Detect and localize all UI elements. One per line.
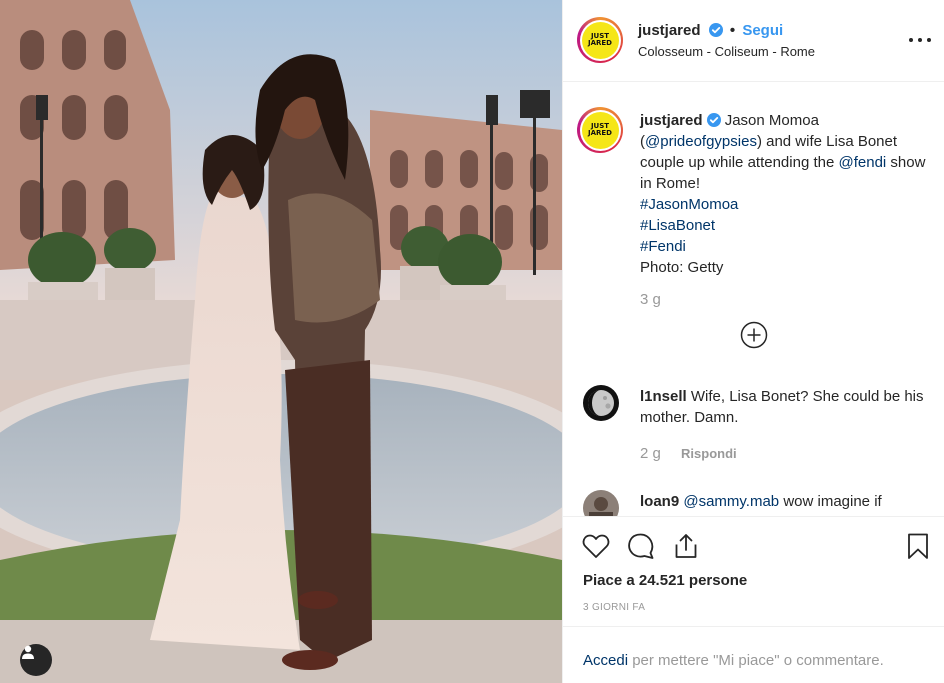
verified-badge-icon [708, 23, 723, 37]
user-tag-icon [22, 645, 34, 659]
comment: l1nsell Wife, Lisa Bonet? She could be h… [640, 386, 930, 428]
bookmark-icon[interactable] [903, 531, 933, 561]
login-prompt: Accedi per mettere "Mi piace" o commenta… [563, 626, 944, 683]
author-username[interactable]: justjared [638, 22, 701, 39]
commenter-avatar[interactable] [583, 490, 619, 516]
caption-avatar[interactable]: JUST JARED [577, 107, 623, 153]
comment-icon[interactable] [626, 531, 656, 561]
user-tag-button[interactable] [20, 644, 52, 676]
comment-time[interactable]: 2 g [640, 445, 661, 462]
hashtag-link[interactable]: #JasonMomoa [640, 196, 738, 213]
post-location[interactable]: Colosseum - Coliseum - Rome [638, 44, 815, 59]
login-link[interactable]: Accedi [583, 652, 628, 669]
separator-dot: • [729, 22, 736, 39]
author-avatar[interactable]: JUST JARED [577, 17, 623, 63]
hashtag-link[interactable]: #LisaBonet [640, 217, 715, 234]
commenter-avatar[interactable] [583, 385, 619, 421]
heart-icon[interactable] [581, 531, 611, 561]
more-options-icon[interactable] [909, 30, 931, 50]
plus-circle-icon[interactable] [740, 321, 768, 349]
comment-meta: 2 g Rispondi [640, 445, 737, 462]
post-actions: Piace a 24.521 persone 3 GIORNI FA [563, 516, 944, 626]
comment-text: wow imagine if [779, 493, 882, 510]
reply-button[interactable]: Rispondi [681, 446, 737, 461]
photo-illustration [0, 0, 562, 683]
caption-time[interactable]: 3 g [640, 291, 661, 308]
comment-username[interactable]: l1nsell [640, 388, 687, 405]
post-date[interactable]: 3 GIORNI FA [583, 602, 645, 613]
comment-username[interactable]: loan9 [640, 493, 679, 510]
hashtag-link[interactable]: #Fendi [640, 238, 686, 255]
post-caption: justjared Jason Momoa (@prideofgypsies) … [640, 110, 930, 278]
photo-credit: Photo: Getty [640, 259, 724, 276]
verified-badge-icon [706, 113, 721, 127]
comment: loan9 @sammy.mab wow imagine if [640, 491, 930, 512]
caption-username[interactable]: justjared [640, 112, 703, 129]
mention-link[interactable]: @prideofgypsies [645, 133, 757, 150]
follow-button[interactable]: Segui [742, 22, 783, 39]
justjared-logo: JUST JARED [581, 21, 619, 59]
author-row: justjared • Segui [638, 22, 783, 39]
login-text: Accedi per mettere "Mi piace" o commenta… [583, 652, 884, 669]
moon-avatar-image [583, 385, 619, 421]
mention-link[interactable]: @sammy.mab [683, 493, 779, 510]
post-sidebar: JUST JARED justjared • Segui Colosseum -… [562, 0, 944, 683]
justjared-logo: JUST JARED [581, 111, 619, 149]
likes-count[interactable]: Piace a 24.521 persone [583, 572, 747, 589]
post-header: JUST JARED justjared • Segui Colosseum -… [563, 0, 944, 82]
post-photo[interactable] [0, 0, 562, 683]
share-icon[interactable] [671, 531, 701, 561]
user-photo-avatar [583, 490, 619, 516]
comments-section: JUST JARED justjared Jason Momoa (@pride… [563, 83, 944, 516]
mention-link[interactable]: @fendi [838, 154, 886, 171]
